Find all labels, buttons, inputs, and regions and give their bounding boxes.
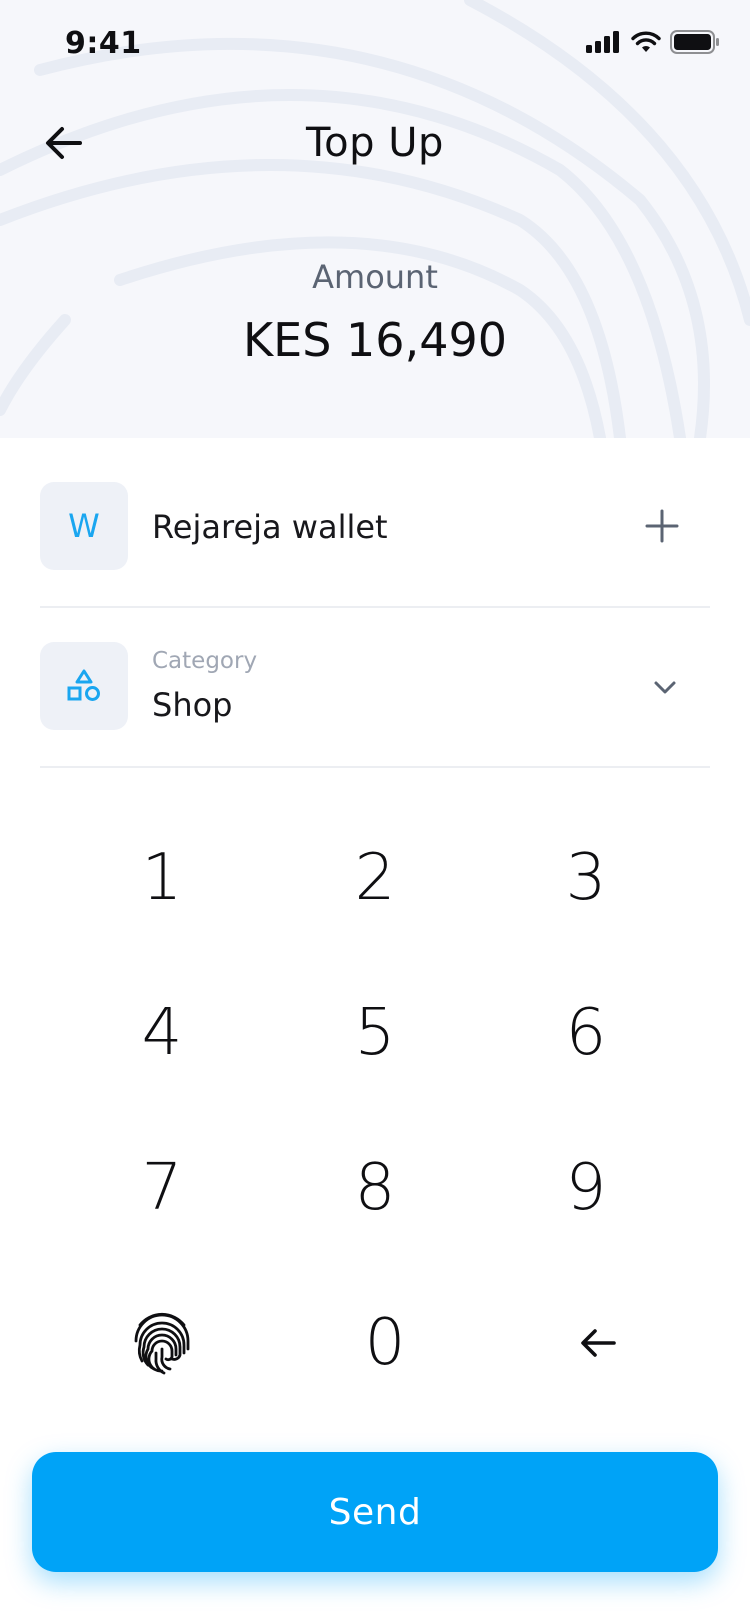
fingerprint-icon xyxy=(134,1312,190,1375)
wallet-avatar: W xyxy=(40,482,128,570)
category-icon-tile xyxy=(40,642,128,730)
cellular-signal-icon xyxy=(586,31,619,53)
page-title: Top Up xyxy=(306,120,444,166)
chevron-down-icon[interactable] xyxy=(650,672,680,702)
wallet-avatar-letter: W xyxy=(68,507,100,545)
wallet-row[interactable]: W Rejareja wallet xyxy=(40,482,710,570)
wifi-icon xyxy=(631,31,661,52)
key-2[interactable]: 2 xyxy=(275,813,475,943)
key-7[interactable]: 7 xyxy=(62,1123,262,1253)
key-1[interactable]: 1 xyxy=(62,813,262,943)
category-select[interactable]: Category Shop xyxy=(40,642,710,730)
shapes-category-icon xyxy=(67,669,100,701)
key-4[interactable]: 4 xyxy=(62,968,262,1098)
key-8[interactable]: 8 xyxy=(275,1123,475,1253)
key-9[interactable]: 9 xyxy=(486,1123,686,1253)
add-wallet-plus-icon[interactable] xyxy=(644,508,680,544)
status-time: 9:41 xyxy=(65,26,142,61)
background-arcs-decoration xyxy=(0,0,750,438)
backspace-arrow-icon xyxy=(581,1329,616,1357)
key-0[interactable]: 0 xyxy=(285,1278,485,1408)
wallet-name: Rejareja wallet xyxy=(152,508,388,546)
amount-value: KES 16,490 xyxy=(242,313,507,367)
key-6[interactable]: 6 xyxy=(486,968,686,1098)
category-label: Category xyxy=(152,648,258,674)
key-5[interactable]: 5 xyxy=(275,968,475,1098)
divider xyxy=(40,766,710,768)
amount-label: Amount xyxy=(312,258,438,296)
send-button[interactable]: Send xyxy=(32,1452,718,1572)
divider xyxy=(40,606,710,608)
fingerprint-key[interactable] xyxy=(62,1278,262,1408)
key-3[interactable]: 3 xyxy=(486,813,686,943)
backspace-key[interactable] xyxy=(498,1278,698,1408)
battery-icon xyxy=(670,30,719,54)
category-value: Shop xyxy=(152,686,233,724)
status-icons xyxy=(586,30,720,54)
header-section: 9:41 Top Up Amount KES 16,490 xyxy=(0,0,750,438)
